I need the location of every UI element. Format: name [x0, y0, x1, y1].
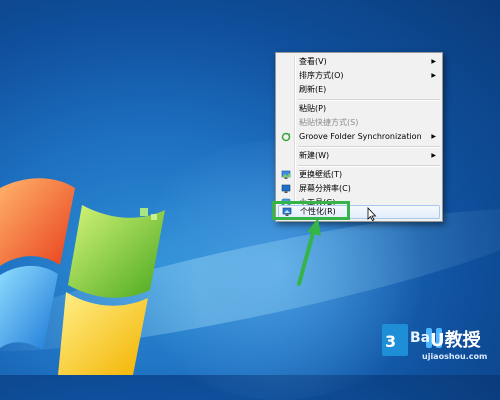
- submenu-arrow-icon: ▶: [431, 133, 436, 140]
- display-icon: [281, 184, 291, 193]
- mouse-cursor-icon: [367, 207, 377, 221]
- menu-separator: [298, 99, 440, 101]
- submenu-arrow-icon: ▶: [431, 72, 436, 79]
- menu-item-new[interactable]: 新建(W) ▶: [278, 150, 440, 162]
- menu-item-label: 新建(W): [299, 151, 330, 160]
- submenu-arrow-icon: ▶: [431, 152, 436, 159]
- menu-item-screen-resolution[interactable]: 屏幕分辨率(C): [278, 183, 440, 195]
- menu-item-paste[interactable]: 粘贴(P): [278, 103, 440, 115]
- menu-item-label: 刷新(E): [299, 85, 327, 94]
- menu-item-change-wallpaper[interactable]: 更换壁纸(T): [278, 169, 440, 181]
- windows-logo: [0, 178, 165, 375]
- menu-item-label: 粘贴快捷方式(S): [299, 118, 359, 127]
- watermark: 3 Ba U教授 ujiaoshou.com: [382, 320, 500, 375]
- menu-item-paste-shortcut: 粘贴快捷方式(S): [278, 117, 440, 129]
- green-pointer-arrow: [297, 218, 321, 286]
- menu-item-label: 更换壁纸(T): [299, 170, 343, 179]
- menu-item-groove-sync[interactable]: Groove Folder Synchronization ▶: [278, 131, 440, 143]
- menu-item-refresh[interactable]: 刷新(E): [278, 84, 440, 96]
- menu-item-label: 屏幕分辨率(C): [299, 184, 351, 193]
- menu-item-label: 粘贴(P): [299, 104, 327, 113]
- groove-sync-icon: [281, 132, 291, 142]
- menu-separator: [298, 146, 440, 148]
- desktop-context-menu: 查看(V) ▶ 排序方式(O) ▶ 刷新(E) 粘贴(P) 粘贴快捷方式(S) …: [275, 52, 443, 222]
- watermark-url-text: ujiaoshou.com: [422, 352, 488, 361]
- menu-item-label: Groove Folder Synchronization: [299, 132, 422, 141]
- menu-item-view[interactable]: 查看(V) ▶: [278, 56, 440, 68]
- menu-item-label: 排序方式(O): [299, 71, 344, 80]
- submenu-arrow-icon: ▶: [431, 58, 436, 65]
- menu-item-sort-by[interactable]: 排序方式(O) ▶: [278, 70, 440, 82]
- menu-separator: [298, 165, 440, 167]
- menu-item-label: 查看(V): [299, 57, 327, 66]
- svg-text:3: 3: [385, 332, 396, 351]
- watermark-left-text: Ba: [410, 330, 431, 346]
- wallpaper-icon: [281, 170, 291, 179]
- watermark-brand-text: U教授: [430, 330, 481, 351]
